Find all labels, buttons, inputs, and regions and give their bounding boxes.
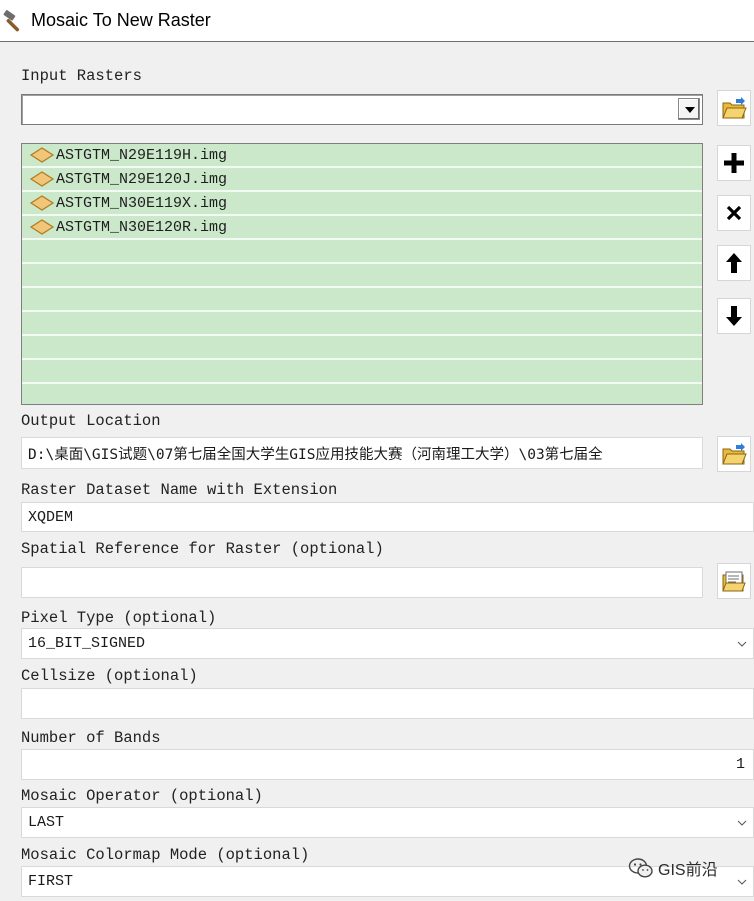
pixel-type-select[interactable]: 16_BIT_SIGNED <box>21 628 754 659</box>
browse-folder-icon <box>722 443 747 465</box>
plus-icon <box>724 153 744 173</box>
mosaic-operator-label: Mosaic Operator (optional) <box>21 787 263 805</box>
empty-list-row <box>22 312 702 336</box>
properties-icon <box>722 571 746 592</box>
bands-label: Number of Bands <box>21 729 161 747</box>
raster-dataset-icon <box>29 195 55 211</box>
raster-dataset-icon <box>29 171 55 187</box>
colormap-mode-value: FIRST <box>28 873 74 890</box>
mosaic-operator-value: LAST <box>28 814 65 831</box>
empty-list-row <box>22 288 702 312</box>
mosaic-operator-select[interactable]: LAST <box>21 807 754 838</box>
output-location-label: Output Location <box>21 412 161 430</box>
raster-item-name: ASTGTM_N30E120R.img <box>56 218 228 236</box>
empty-list-row <box>22 384 702 404</box>
list-item[interactable]: ASTGTM_N30E120R.img <box>22 216 702 240</box>
raster-name-label: Raster Dataset Name with Extension <box>21 481 338 499</box>
list-item[interactable]: ASTGTM_N30E119X.img <box>22 192 702 216</box>
title-bar: Mosaic To New Raster <box>0 0 754 42</box>
list-item[interactable]: ASTGTM_N29E119H.img <box>22 144 702 168</box>
add-raster-button[interactable] <box>717 145 751 181</box>
output-location-input[interactable]: D:\桌面\GIS试题\07第七届全国大学生GIS应用技能大赛（河南理工大学）\… <box>21 437 703 469</box>
spatial-reference-label: Spatial Reference for Raster (optional) <box>21 540 384 558</box>
arrow-down-icon <box>726 306 742 326</box>
bands-value: 1 <box>735 756 745 773</box>
spatial-reference-properties-button[interactable] <box>717 563 751 599</box>
move-up-button[interactable] <box>717 245 751 281</box>
remove-raster-button[interactable] <box>717 195 751 231</box>
raster-name-input[interactable]: XQDEM <box>21 502 754 532</box>
chevron-down-icon <box>737 641 747 647</box>
watermark-text: GIS前沿 <box>658 862 718 879</box>
wechat-icon <box>628 858 653 878</box>
pixel-type-value: 16_BIT_SIGNED <box>28 635 146 652</box>
close-icon <box>726 205 742 221</box>
colormap-mode-label: Mosaic Colormap Mode (optional) <box>21 846 310 864</box>
arrow-up-icon <box>726 253 742 273</box>
chevron-down-icon <box>737 820 747 826</box>
raster-item-name: ASTGTM_N29E120J.img <box>56 170 228 188</box>
input-rasters-label: Input Rasters <box>21 67 142 85</box>
raster-dataset-icon <box>29 147 55 163</box>
watermark: GIS前沿 <box>628 856 718 880</box>
raster-item-name: ASTGTM_N30E119X.img <box>56 194 228 212</box>
empty-list-row <box>22 240 702 264</box>
input-rasters-dropdown-button[interactable] <box>678 98 700 120</box>
pixel-type-label: Pixel Type (optional) <box>21 609 217 627</box>
raster-name-value: XQDEM <box>28 508 74 526</box>
output-location-browse-button[interactable] <box>717 436 751 472</box>
empty-list-row <box>22 264 702 288</box>
hammer-icon <box>3 9 20 31</box>
spatial-reference-input[interactable] <box>21 567 703 598</box>
input-rasters-combo[interactable] <box>21 94 703 125</box>
browse-folder-icon <box>722 97 747 119</box>
input-rasters-browse-button[interactable] <box>717 90 751 126</box>
cellsize-input[interactable] <box>21 688 754 719</box>
list-item[interactable]: ASTGTM_N29E120J.img <box>22 168 702 192</box>
window-title: Mosaic To New Raster <box>31 10 211 30</box>
bands-input[interactable]: 1 <box>21 749 754 780</box>
chevron-down-icon <box>737 879 747 885</box>
output-location-value: D:\桌面\GIS试题\07第七届全国大学生GIS应用技能大赛（河南理工大学）\… <box>28 446 603 463</box>
cellsize-label: Cellsize (optional) <box>21 667 198 685</box>
raster-item-name: ASTGTM_N29E119H.img <box>56 146 228 164</box>
input-rasters-list[interactable]: ASTGTM_N29E119H.img ASTGTM_N29E120J.img … <box>21 143 703 405</box>
raster-dataset-icon <box>29 219 55 235</box>
empty-list-row <box>22 360 702 384</box>
empty-list-row <box>22 336 702 360</box>
move-down-button[interactable] <box>717 298 751 334</box>
